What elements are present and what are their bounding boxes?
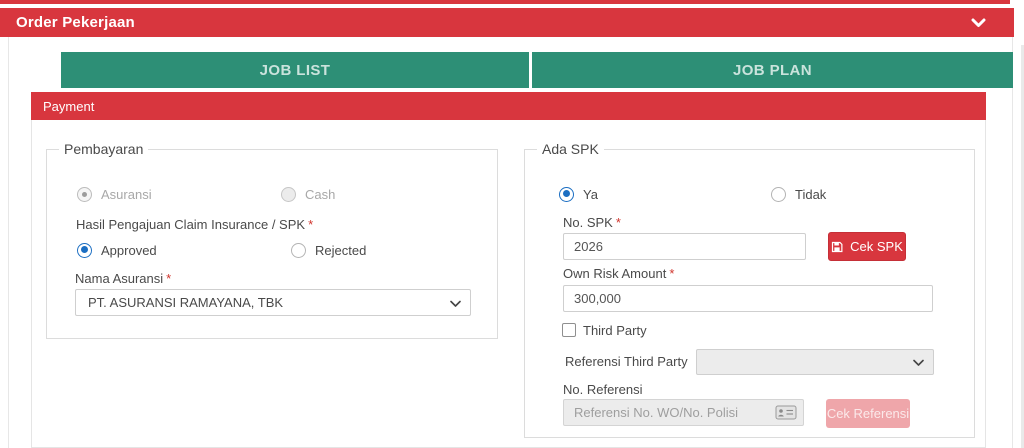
no-referensi-input[interactable] (563, 399, 804, 426)
radio-asuransi[interactable]: Asuransi (77, 186, 152, 202)
chevron-down-icon (450, 295, 461, 310)
payment-section-title: Payment (43, 99, 94, 114)
radio-approved-label: Approved (101, 243, 157, 258)
claim-result-label: Hasil Pengajuan Claim Insurance / SPK* (76, 217, 313, 232)
radio-ya-control[interactable] (559, 187, 574, 202)
required-asterisk: * (669, 266, 674, 281)
radio-ya[interactable]: Ya (559, 186, 598, 202)
pembayaran-legend: Pembayaran (59, 141, 148, 157)
required-asterisk: * (166, 271, 171, 286)
radio-asuransi-control[interactable] (77, 187, 92, 202)
required-asterisk: * (616, 215, 621, 230)
page-title: Order Pekerjaan (16, 14, 135, 31)
radio-rejected[interactable]: Rejected (291, 242, 366, 258)
radio-approved[interactable]: Approved (77, 242, 157, 258)
referensi-third-party-label: Referensi Third Party (565, 354, 688, 369)
radio-tidak-control[interactable] (771, 187, 786, 202)
radio-approved-control[interactable] (77, 243, 92, 258)
nama-asuransi-select[interactable]: PT. ASURANSI RAMAYANA, TBK (75, 289, 471, 316)
third-party-checkbox[interactable] (562, 323, 576, 337)
referensi-third-party-select[interactable] (696, 349, 934, 375)
required-asterisk: * (308, 217, 313, 232)
order-pekerjaan-header[interactable]: Order Pekerjaan (0, 8, 1014, 37)
tab-job-list[interactable]: JOB LIST (61, 52, 529, 88)
pembayaran-fieldset: Pembayaran Asuransi Cash Hasil Pengajuan… (46, 149, 498, 339)
radio-cash-control[interactable] (281, 187, 296, 202)
own-risk-label: Own Risk Amount* (563, 266, 674, 281)
payment-section-body: Pembayaran Asuransi Cash Hasil Pengajuan… (31, 120, 986, 448)
tab-job-plan-label: JOB PLAN (733, 62, 812, 79)
no-spk-label: No. SPK* (563, 215, 621, 230)
save-icon (831, 241, 843, 253)
cek-spk-button[interactable]: Cek SPK (828, 232, 906, 261)
no-referensi-label: No. Referensi (563, 382, 642, 397)
tab-job-list-label: JOB LIST (260, 62, 331, 79)
ada-spk-fieldset: Ada SPK Ya Tidak No. SPK* Cek (524, 149, 975, 438)
cek-referensi-button-label: Cek Referensi (827, 406, 909, 421)
chevron-down-icon (913, 355, 924, 370)
page: Order Pekerjaan JOB LIST JOB PLAN Paymen… (0, 0, 1024, 448)
third-party-label: Third Party (583, 323, 647, 338)
radio-ya-label: Ya (583, 187, 598, 202)
id-card-icon (775, 405, 797, 420)
third-party-checkbox-row[interactable]: Third Party (562, 322, 647, 338)
own-risk-input[interactable] (563, 285, 933, 312)
radio-cash[interactable]: Cash (281, 186, 335, 202)
ada-spk-legend: Ada SPK (537, 141, 604, 157)
radio-rejected-control[interactable] (291, 243, 306, 258)
nama-asuransi-value: PT. ASURANSI RAMAYANA, TBK (88, 295, 283, 310)
radio-cash-label: Cash (305, 187, 335, 202)
top-divider-strip (0, 0, 1010, 4)
tab-job-plan[interactable]: JOB PLAN (532, 52, 1013, 88)
radio-tidak-label: Tidak (795, 187, 826, 202)
radio-rejected-label: Rejected (315, 243, 366, 258)
nama-asuransi-label: Nama Asuransi* (75, 271, 171, 286)
cek-spk-button-label: Cek SPK (850, 239, 903, 254)
cek-referensi-button[interactable]: Cek Referensi (826, 399, 910, 428)
no-spk-input[interactable] (563, 233, 806, 260)
payment-section-header: Payment (31, 92, 986, 120)
chevron-down-icon[interactable] (971, 18, 986, 28)
radio-asuransi-label: Asuransi (101, 187, 152, 202)
content-panel: JOB LIST JOB PLAN Payment Pembayaran Asu… (8, 37, 1013, 448)
radio-tidak[interactable]: Tidak (771, 186, 826, 202)
